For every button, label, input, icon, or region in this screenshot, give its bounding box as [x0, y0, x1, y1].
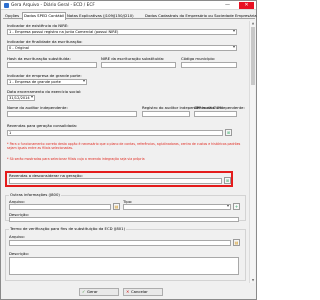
nire-sub-label: NIRE da escrituração substituída: — [101, 56, 165, 61]
ecd-term-file-input[interactable] — [9, 240, 231, 246]
tab-strip: Opções Dados SPED Contábil Notas Explica… — [3, 12, 258, 20]
generate-button-label: Gerar — [87, 289, 98, 294]
other-info-type-select[interactable] — [123, 204, 231, 210]
nire-indicator-select[interactable]: 1 - Empresa possui registro na Junta Com… — [7, 29, 237, 35]
scrollbar-thumb[interactable] — [251, 27, 255, 85]
ecd-term-title: Termo de verificação para fins de substi… — [9, 226, 127, 231]
auditor-cvm-input[interactable] — [142, 111, 190, 117]
cancel-icon: ✕ — [126, 289, 130, 294]
other-info-folder-icon[interactable]: ▤ — [113, 203, 120, 210]
ecd-term-folder-icon[interactable]: ▤ — [233, 239, 240, 246]
cancel-button-label: Cancelar — [131, 289, 148, 294]
nire-sub-input[interactable] — [101, 62, 176, 68]
scroll-down-icon[interactable]: ▼ — [250, 278, 256, 283]
auditor-cpf-input[interactable] — [194, 111, 237, 117]
discard-resellers-lookup-icon[interactable]: ⊞ — [224, 177, 231, 184]
auditor-name-input[interactable] — [7, 111, 137, 117]
button-bar: ✓ Gerar ✕ Cancelar — [1, 284, 256, 299]
purpose-select[interactable]: 0 - Original — [7, 45, 237, 51]
closing-date-label: Data encerramento do exercício social: — [7, 89, 82, 94]
nire-indicator-label: Indicador de existência do NIRE: — [7, 23, 69, 28]
resellers-lookup-icon[interactable]: ⊞ — [225, 129, 232, 136]
title-bar: Gera Arquivo - Diário Geral - ECD / ECF … — [1, 1, 256, 10]
auditor-cpf-label: CPF auditor independente: — [194, 105, 245, 110]
tab-dados-cadastrais[interactable]: Dados Cadastrais do Empresário ou Socied… — [144, 13, 258, 19]
resellers-input[interactable]: 1 — [7, 130, 223, 136]
discard-resellers-input[interactable] — [9, 178, 222, 184]
auditor-name-label: Nome do auditor independente: — [7, 105, 68, 110]
integration-note: * Só serão mostradas para selecionar fil… — [7, 157, 145, 161]
tab-opcoes[interactable]: Opções — [4, 13, 20, 19]
municipal-code-input[interactable] — [181, 62, 237, 68]
tab-notas-explicativas[interactable]: Notas Explicativas (J109/J150/J210) — [66, 13, 135, 19]
closing-date-input[interactable]: 31/12/2014 — [7, 95, 35, 101]
app-icon — [4, 3, 9, 8]
consolidation-note: * Para o funcionamento correto desta opç… — [7, 142, 241, 150]
ecd-term-description-input[interactable] — [9, 257, 239, 275]
resellers-label: Revendas para geração consolidada: — [7, 123, 78, 128]
generate-icon: ✓ — [82, 289, 86, 294]
municipal-code-label: Código município: — [181, 56, 216, 61]
large-company-select[interactable]: 1 - Empresa de grande porte — [7, 79, 87, 85]
window-title: Gera Arquivo - Diário Geral - ECD / ECF — [11, 3, 95, 8]
other-info-description-input[interactable] — [9, 217, 239, 222]
other-info-file-input[interactable] — [9, 204, 111, 210]
generate-button[interactable]: ✓ Gerar — [79, 288, 119, 296]
large-company-label: Indicador de empresa de grande porte: — [7, 73, 82, 78]
other-info-add-icon[interactable]: + — [233, 203, 240, 210]
other-info-title: Outras informações (J800) — [9, 192, 61, 197]
tab-dados-sped-contabil[interactable]: Dados SPED Contábil — [22, 12, 67, 20]
main-window: Gera Arquivo - Diário Geral - ECD / ECF … — [0, 0, 257, 300]
cancel-button[interactable]: ✕ Cancelar — [123, 288, 163, 296]
ecd-term-file-label: Arquivo: — [9, 234, 25, 239]
minimize-icon[interactable]: — — [223, 2, 232, 9]
purpose-label: Indicador de finalidade da escrituração: — [7, 39, 83, 44]
vertical-scrollbar[interactable]: ▲ ▼ — [249, 21, 255, 283]
scroll-up-icon[interactable]: ▲ — [250, 21, 256, 26]
ecd-term-description-label: Descrição: — [9, 251, 29, 256]
hash-input[interactable] — [7, 62, 97, 68]
hash-label: Hash da escrituração substituída: — [7, 56, 71, 61]
close-icon[interactable]: ✕ — [239, 2, 254, 9]
